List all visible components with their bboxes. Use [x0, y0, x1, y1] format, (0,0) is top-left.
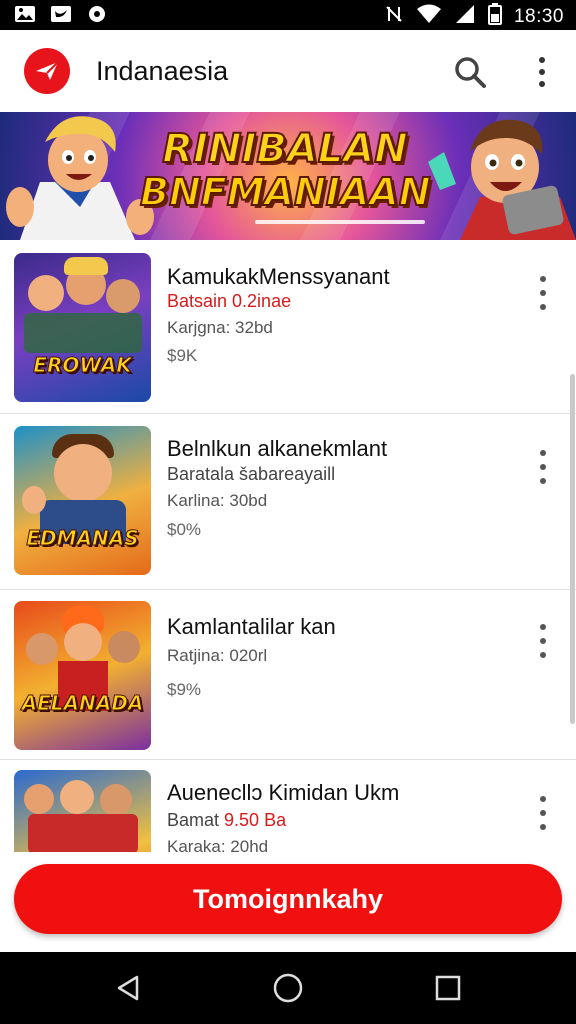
primary-action-button[interactable]: Tomoignnkahy	[14, 864, 562, 934]
search-icon	[455, 57, 486, 88]
item-title: Kamlantalilar kan	[167, 614, 336, 639]
item-meta: Karaka: 20hd	[167, 837, 269, 852]
more-vert-icon[interactable]	[528, 54, 556, 90]
app-bar: Indanaesia	[0, 30, 576, 112]
gallery-icon	[14, 4, 36, 24]
list-item[interactable]: AELANADA Kamlantalilar kan Ratjina: 020r…	[0, 590, 576, 760]
banner-underline	[255, 220, 425, 224]
settings-icon	[86, 4, 108, 24]
item-subtitle: Batsain 0.2inae	[167, 291, 292, 311]
nfc-icon	[384, 4, 404, 29]
item-thumbnail: EDMANAS	[14, 426, 151, 575]
status-bar: 18:30	[0, 0, 576, 30]
item-more-icon[interactable]	[536, 276, 550, 310]
item-meta: Karlina: 30bd	[167, 491, 268, 510]
status-left-icons	[14, 4, 108, 24]
item-subtitle: Baratala šabareayaill	[167, 464, 336, 484]
banner-headline-2: BNFMANIAAN	[139, 169, 432, 215]
app-list[interactable]: EROWAK KamukakMenssyanant Batsain 0.2ina…	[0, 240, 576, 852]
item-thumbnail: AELANADA	[14, 601, 151, 750]
page-title: Indanaesia	[96, 56, 229, 86]
signal-icon	[454, 4, 476, 29]
home-circle-icon[interactable]	[270, 970, 306, 1006]
scrollbar[interactable]	[570, 374, 575, 724]
thumb-logo-text: EROWAK	[33, 353, 132, 378]
wifi-icon	[416, 4, 442, 29]
item-meta: Karjgna: 32bd	[167, 318, 273, 337]
list-item[interactable]: Auenecllɔ Kimidan Ukm Bamat 9.50 Ba Kara…	[0, 760, 576, 852]
list-item[interactable]: EROWAK KamukakMenssyanant Batsain 0.2ina…	[0, 240, 576, 414]
twitter-icon	[50, 4, 72, 24]
item-title: Belnlkun alkanekmlant	[167, 436, 388, 461]
back-triangle-icon[interactable]	[110, 970, 146, 1006]
app-logo[interactable]	[24, 48, 70, 94]
search-button[interactable]	[452, 54, 488, 90]
item-price: $0%	[167, 520, 202, 539]
item-title: KamukakMenssyanant	[167, 264, 390, 289]
thumb-logo-text: AELANADA	[21, 691, 144, 716]
thumb-logo-text: EDMANAS	[26, 526, 139, 551]
status-right-icons: 18:30	[384, 3, 564, 30]
item-thumbnail: EROWAK	[14, 253, 151, 402]
item-more-icon[interactable]	[536, 450, 550, 484]
banner-headline-1: RINIBALAN	[161, 125, 408, 173]
paper-plane-icon	[36, 61, 59, 80]
item-price: $9%	[167, 680, 202, 699]
item-price: $9K	[167, 346, 198, 365]
item-title: Auenecllɔ Kimidan Ukm	[167, 780, 400, 805]
promo-banner[interactable]: RINIBALAN BNFMANIAAN	[0, 112, 576, 240]
item-more-icon[interactable]	[536, 624, 550, 658]
item-meta: Ratjina: 020rl	[167, 646, 268, 665]
item-thumbnail	[14, 770, 151, 852]
cta-area: Tomoignnkahy	[0, 852, 576, 952]
item-subtitle: Bamat 9.50 Ba	[167, 810, 287, 830]
item-more-icon[interactable]	[536, 796, 550, 830]
battery-icon	[487, 3, 502, 30]
list-item[interactable]: EDMANAS Belnlkun alkanekmlant Baratala š…	[0, 414, 576, 590]
recents-square-icon[interactable]	[430, 970, 466, 1006]
system-nav-bar	[0, 952, 576, 1024]
status-time: 18:30	[513, 5, 564, 27]
